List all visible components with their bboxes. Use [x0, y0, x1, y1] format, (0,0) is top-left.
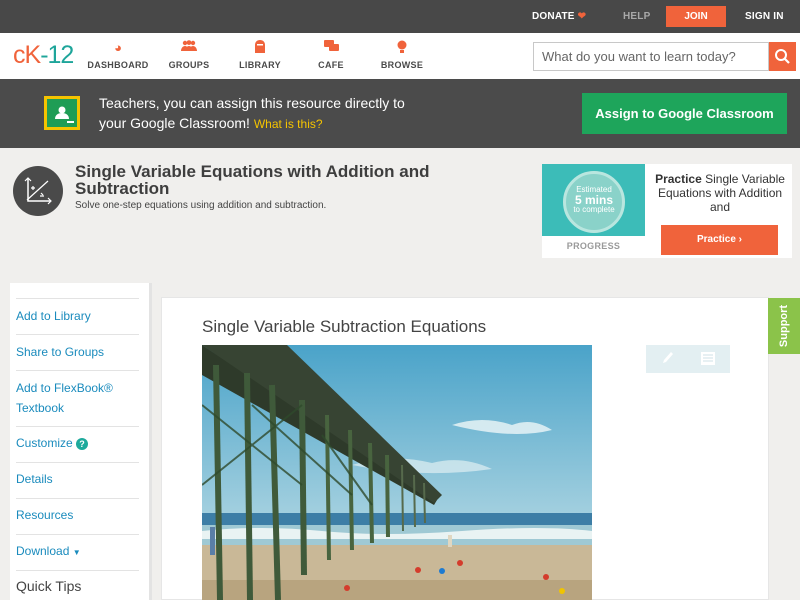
- assign-google-classroom-button[interactable]: Assign to Google Classroom: [582, 93, 787, 134]
- search-button[interactable]: [769, 42, 796, 71]
- help-link[interactable]: HELP: [623, 0, 650, 33]
- pier-beach-photo: [202, 345, 592, 600]
- sidebar-divider: [149, 283, 152, 600]
- divider: [16, 298, 139, 299]
- heart-icon: ❤: [577, 11, 587, 22]
- progress-label: PROGRESS: [566, 241, 621, 251]
- share-to-groups-link[interactable]: Share to Groups: [16, 342, 139, 362]
- google-classroom-icon: [44, 96, 80, 130]
- quick-tips-heading[interactable]: Quick Tips: [16, 578, 81, 594]
- search-input[interactable]: [533, 42, 769, 71]
- divider: [16, 570, 139, 571]
- divider: [16, 370, 139, 371]
- help-icon[interactable]: ?: [76, 437, 89, 450]
- content-tools: [646, 345, 730, 373]
- browse-icon: [362, 40, 442, 56]
- search-icon: [775, 49, 790, 64]
- add-to-library-link[interactable]: Add to Library: [16, 306, 139, 326]
- nav-groups[interactable]: GROUPS: [149, 40, 229, 70]
- dashboard-icon: ◕: [114, 40, 122, 55]
- divider: [16, 534, 139, 535]
- details-link[interactable]: Details: [16, 469, 139, 489]
- concept-title: Single Variable Equations with Addition …: [75, 162, 430, 198]
- practice-description: Practice Single Variable Equations with …: [655, 172, 785, 214]
- caret-down-icon: ▼: [72, 548, 81, 557]
- divider: [16, 334, 139, 335]
- practice-button[interactable]: Practice ›: [661, 225, 778, 255]
- estimated-time-badge: Estimated 5 mins to complete: [563, 171, 625, 233]
- nav-dashboard[interactable]: ◕ DASHBOARD: [78, 40, 158, 70]
- content-title: Single Variable Subtraction Equations: [202, 317, 487, 336]
- divider: [16, 462, 139, 463]
- notes-icon[interactable]: [701, 352, 715, 370]
- customize-link[interactable]: Customize ?: [16, 433, 139, 453]
- donate-link[interactable]: DONATE ❤: [532, 0, 586, 33]
- resources-link[interactable]: Resources: [16, 505, 139, 525]
- groups-icon: [149, 40, 229, 56]
- what-is-this-link[interactable]: What is this?: [254, 117, 323, 131]
- cafe-icon: [291, 40, 371, 56]
- concept-icon: [13, 166, 63, 216]
- nav-browse[interactable]: BROWSE: [362, 40, 442, 70]
- ck12-logo[interactable]: cK-12: [13, 40, 74, 70]
- nav-library[interactable]: LIBRARY: [220, 40, 300, 70]
- add-to-flexbook-link[interactable]: Add to FlexBook® Textbook: [16, 378, 139, 418]
- divider: [16, 426, 139, 427]
- support-tab[interactable]: Support: [768, 298, 800, 354]
- banner-message: Teachers, you can assign this resource d…: [99, 95, 405, 131]
- pencil-icon[interactable]: [662, 351, 674, 370]
- concept-subtitle: Solve one-step equations using addition …: [75, 200, 327, 211]
- download-link[interactable]: Download ▼: [16, 541, 139, 563]
- sign-in-link[interactable]: SIGN IN: [745, 0, 784, 33]
- join-button[interactable]: JOIN: [666, 6, 726, 27]
- library-icon: [220, 40, 300, 56]
- chevron-right-icon: ›: [738, 234, 743, 245]
- divider: [16, 498, 139, 499]
- nav-cafe[interactable]: CAFE: [291, 40, 371, 70]
